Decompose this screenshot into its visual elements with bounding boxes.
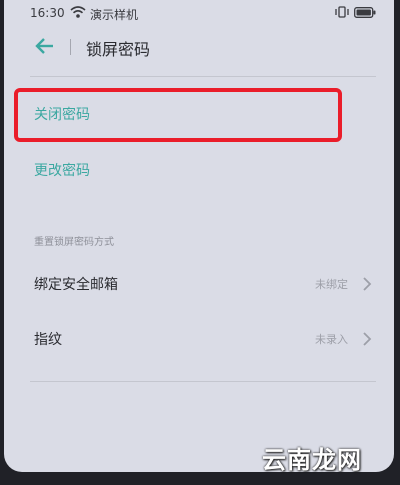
header-separator <box>30 76 376 77</box>
header-divider <box>70 39 71 55</box>
setting-row-bind-email[interactable]: 绑定安全邮箱 未绑定 <box>4 264 394 304</box>
setting-row-fingerprint[interactable]: 指纹 未录入 <box>4 319 394 359</box>
chevron-right-icon <box>363 332 372 346</box>
page-header: 锁屏密码 <box>4 26 394 72</box>
chevron-right-icon <box>363 277 372 291</box>
phone-frame: 16:30 演示样机 锁屏密码 关闭密码 更改密码 重置锁屏密码方式 绑定安全邮… <box>0 0 400 485</box>
status-bar: 16:30 演示样机 <box>4 0 394 26</box>
wifi-icon <box>70 6 86 18</box>
phone-screen: 16:30 演示样机 锁屏密码 关闭密码 更改密码 重置锁屏密码方式 绑定安全邮… <box>4 0 394 472</box>
watermark: 云南龙网 <box>262 446 362 474</box>
setting-status-value: 未录入 <box>315 333 348 346</box>
highlight-box <box>14 88 342 142</box>
status-time: 16:30 <box>30 6 65 20</box>
arrow-left-icon[interactable] <box>34 36 56 56</box>
section-label-reset-methods: 重置锁屏密码方式 <box>34 237 114 248</box>
list-separator <box>30 381 376 382</box>
carrier-label: 演示样机 <box>90 8 139 22</box>
change-password-button[interactable]: 更改密码 <box>34 160 90 180</box>
setting-title: 绑定安全邮箱 <box>34 277 118 293</box>
page-title: 锁屏密码 <box>86 40 151 59</box>
vibrate-icon <box>335 6 349 18</box>
setting-status-value: 未绑定 <box>315 278 348 291</box>
battery-icon <box>354 7 376 18</box>
setting-title: 指纹 <box>34 332 62 348</box>
